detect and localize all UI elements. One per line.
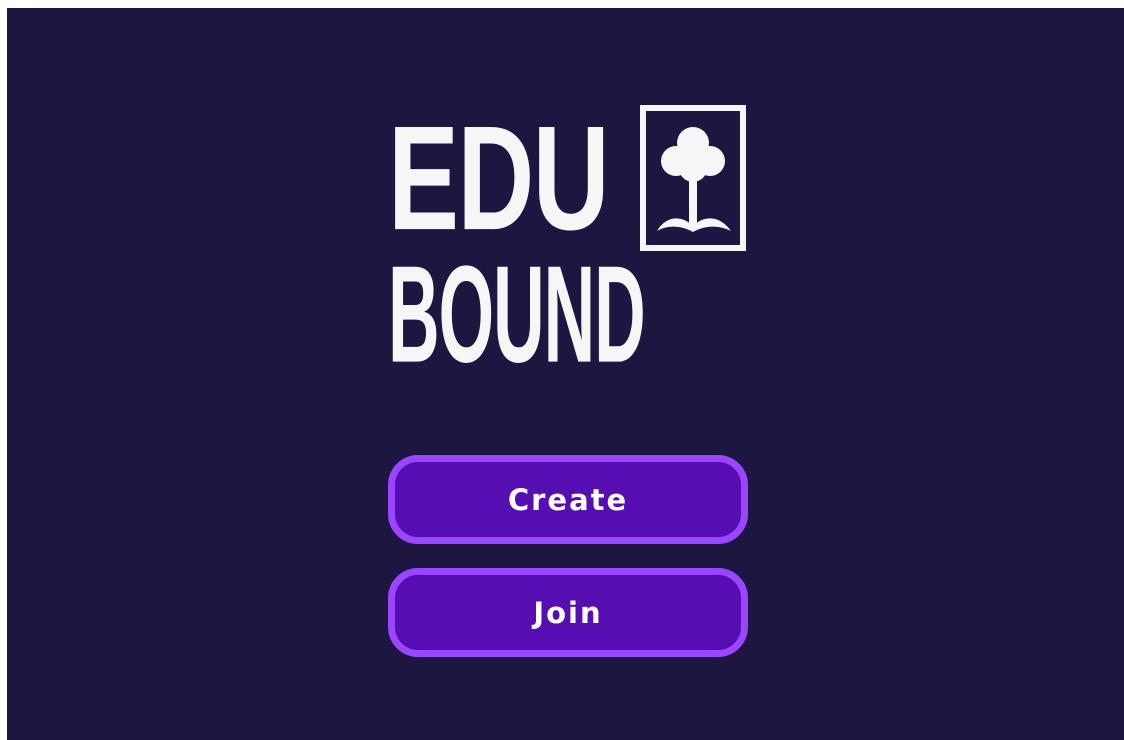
app-window: EDU BOUND Create Join <box>7 8 1124 740</box>
action-buttons: Create Join <box>388 455 748 681</box>
join-button[interactable]: Join <box>388 568 748 657</box>
logo-line-bound: BOUND <box>388 236 646 392</box>
tree-sprout-icon <box>640 105 746 251</box>
edubound-logo: EDU BOUND <box>388 94 748 392</box>
create-button[interactable]: Create <box>388 455 748 544</box>
logo-line-edu: EDU <box>388 94 610 261</box>
